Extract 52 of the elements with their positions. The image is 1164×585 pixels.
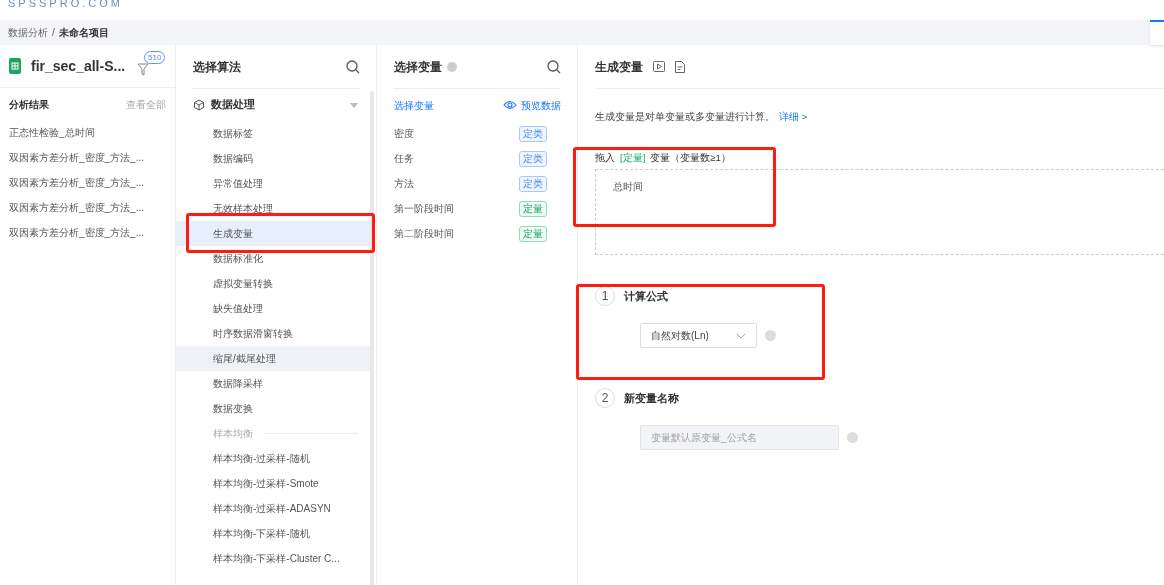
file-name: fir_sec_all-S... xyxy=(31,56,126,76)
cube-icon xyxy=(193,99,205,111)
breadcrumb-current: 未命名项目 xyxy=(58,26,109,40)
spreadsheet-icon xyxy=(9,58,21,74)
chevron-down-icon[interactable] xyxy=(736,332,746,339)
variable-name[interactable]: 任务 xyxy=(394,151,414,166)
algorithm-item[interactable]: 缩尾/截尾处理 xyxy=(176,346,370,371)
play-icon[interactable] xyxy=(653,61,665,72)
type-tag: [定量] xyxy=(620,150,646,166)
preview-data-link[interactable]: 预览数据 xyxy=(521,97,561,113)
result-item[interactable]: 正态性检验_总时间 xyxy=(0,120,175,145)
document-icon[interactable] xyxy=(675,60,685,73)
tab-label[interactable]: 选择变量 xyxy=(394,97,434,113)
result-item[interactable]: 双因素方差分析_密度_方法_... xyxy=(0,220,175,245)
section-title: 分析结果 xyxy=(9,97,49,112)
variable-name[interactable]: 密度 xyxy=(394,126,414,141)
drop-zone[interactable]: 总时间 xyxy=(595,169,1164,255)
type-tag: 定类 xyxy=(519,125,547,142)
filter-icon[interactable] xyxy=(137,63,149,76)
drop-label: 变量（变量数≥1） xyxy=(650,150,731,165)
step-title: 新变量名称 xyxy=(624,390,679,406)
type-tag: 定量 xyxy=(519,225,547,242)
formula-select[interactable]: 自然对数(Ln) xyxy=(640,323,757,348)
breadcrumb-separator: / xyxy=(52,26,55,40)
result-item[interactable]: 双因素方差分析_密度_方法_... xyxy=(0,195,175,220)
step-title: 计算公式 xyxy=(624,288,668,304)
group-label[interactable]: 数据处理 xyxy=(211,97,255,113)
variable-name[interactable]: 方法 xyxy=(394,176,414,191)
caret-icon[interactable] xyxy=(350,102,358,108)
panel-title: 选择变量 xyxy=(394,58,442,76)
logo-text: SPSSPRO.COM xyxy=(8,0,123,8)
algorithm-item[interactable]: 生成变量 xyxy=(176,221,370,246)
section-label: 样本均衡 xyxy=(213,427,253,441)
search-icon[interactable] xyxy=(346,59,360,74)
search-icon[interactable] xyxy=(547,59,561,74)
result-item[interactable]: 双因素方差分析_密度_方法_... xyxy=(0,170,175,195)
description-text: 生成变量是对单变量或多变量进行计算。 xyxy=(595,110,775,125)
type-tag: 定类 xyxy=(519,150,547,167)
variable-name[interactable]: 第二阶段时间 xyxy=(394,226,454,241)
count-badge: 510 xyxy=(144,51,166,64)
variable-name[interactable]: 第一阶段时间 xyxy=(394,201,454,216)
panel-title: 选择算法 xyxy=(193,58,241,76)
side-tab[interactable] xyxy=(1150,20,1164,45)
dropped-variable[interactable]: 总时间 xyxy=(613,178,1164,196)
detail-link[interactable]: 详细 > xyxy=(779,110,808,125)
type-tag: 定类 xyxy=(519,175,547,192)
drop-label: 拖入 xyxy=(595,150,615,165)
type-tag: 定量 xyxy=(519,200,547,217)
result-item[interactable]: 双因素方差分析_密度_方法_... xyxy=(0,145,175,170)
breadcrumb-link[interactable]: 数据分析 xyxy=(8,25,48,40)
panel-title: 生成变量 xyxy=(595,58,643,76)
eye-icon[interactable] xyxy=(503,100,517,110)
